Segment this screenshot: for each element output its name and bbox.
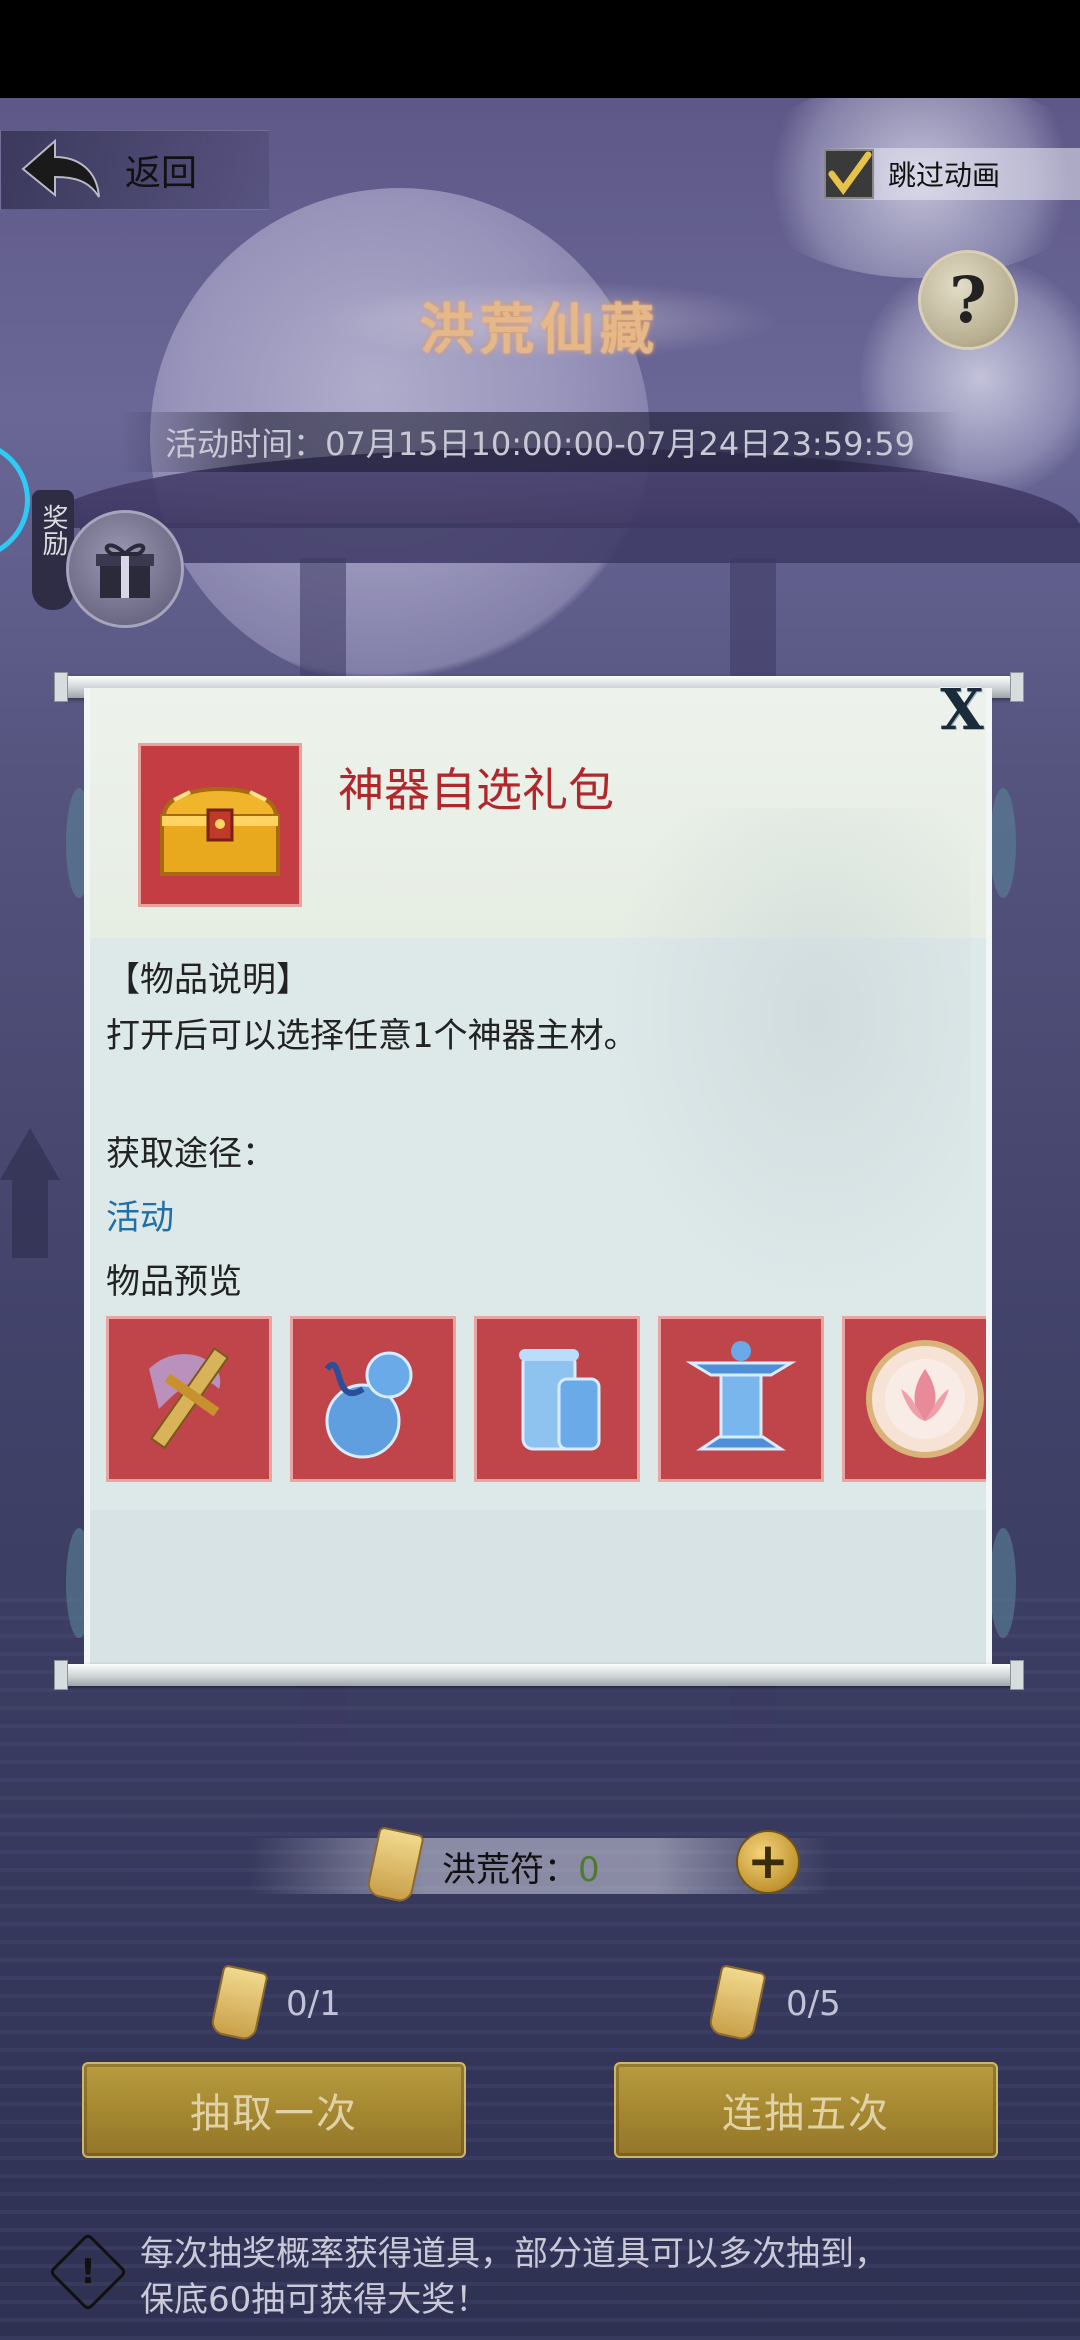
back-arrow-icon	[21, 138, 100, 198]
gift-button[interactable]	[66, 510, 184, 628]
gate-beam	[80, 523, 1080, 563]
single-draw-button[interactable]: 抽取一次	[82, 2062, 466, 2158]
side-bump	[990, 788, 1016, 898]
skip-animation-label: 跳过动画	[888, 159, 1001, 192]
preview-list	[106, 1316, 986, 1484]
item-icon	[138, 743, 302, 907]
preview-item[interactable]	[842, 1316, 986, 1482]
five-draw-cost: 0/5	[786, 1984, 841, 2024]
skip-animation-checkbox[interactable]	[824, 149, 874, 199]
currency-label: 洪荒符：0	[442, 1842, 600, 1891]
treasure-chest-icon	[160, 787, 280, 876]
currency-name: 洪荒符：	[442, 1850, 578, 1890]
preview-item[interactable]	[474, 1316, 640, 1482]
lotus-mirror-icon	[866, 1340, 984, 1458]
help-button[interactable]: ?	[918, 250, 1018, 350]
preview-item[interactable]	[290, 1316, 456, 1482]
item-detail-modal: 神器自选礼包 【物品说明】 打开后可以选择任意1个神器主材。 获取途径： 活动 …	[84, 688, 992, 1668]
description-heading: 【物品说明】	[106, 960, 310, 1000]
event-time: 活动时间：07月15日10:00:00-07月24日23:59:59	[120, 412, 960, 472]
close-button[interactable]: X	[934, 682, 990, 738]
preview-item[interactable]	[658, 1316, 824, 1482]
reward-tab[interactable]: 奖励	[32, 490, 74, 610]
scroll-rod-bottom	[54, 1660, 1024, 1690]
gift-icon	[96, 543, 154, 598]
back-button[interactable]: 返回	[0, 130, 270, 210]
single-draw-cost: 0/1	[286, 1984, 341, 2024]
bamboo-decoration	[590, 808, 970, 1328]
description-text: 打开后可以选择任意1个神器主材。	[106, 1016, 638, 1056]
golden-sword-icon	[149, 1347, 230, 1450]
add-currency-button[interactable]: +	[736, 1830, 800, 1894]
event-title: 洪荒仙藏	[420, 297, 660, 361]
currency-value: 0	[578, 1850, 600, 1890]
modal-footer	[90, 1510, 986, 1668]
notice-line-2: 保底60抽可获得大奖！	[140, 2280, 490, 2320]
pagoda	[0, 1128, 60, 1258]
blue-gourd-icon	[324, 1351, 413, 1459]
five-draw-button[interactable]: 连抽五次	[614, 2062, 998, 2158]
notice-line-1: 每次抽奖概率获得道具，部分道具可以多次抽到，	[140, 2234, 888, 2274]
preview-item[interactable]	[106, 1316, 272, 1482]
reward-tab-label: 奖励	[38, 504, 68, 556]
warning-mark: !	[80, 2252, 96, 2292]
preview-heading: 物品预览	[106, 1262, 242, 1302]
status-bar	[0, 0, 1080, 98]
source-link[interactable]: 活动	[106, 1190, 174, 1239]
side-bump	[990, 1528, 1016, 1638]
blue-scroll-icon	[519, 1349, 601, 1451]
back-label: 返回	[125, 153, 198, 194]
blue-lantern-icon	[685, 1341, 797, 1451]
item-name: 神器自选礼包	[338, 763, 614, 817]
source-heading: 获取途径：	[106, 1134, 276, 1174]
skip-animation-toggle[interactable]: 跳过动画	[818, 148, 1080, 200]
checkmark-icon	[828, 151, 872, 195]
